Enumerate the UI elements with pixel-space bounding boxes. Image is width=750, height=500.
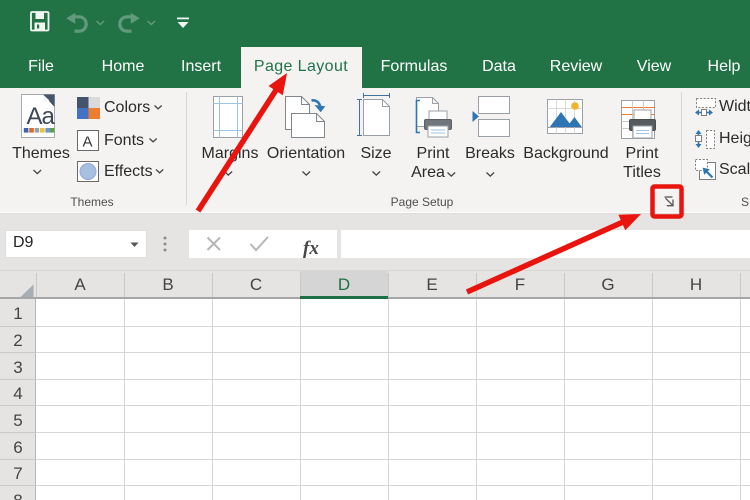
svg-text:fx: fx [303, 238, 319, 259]
